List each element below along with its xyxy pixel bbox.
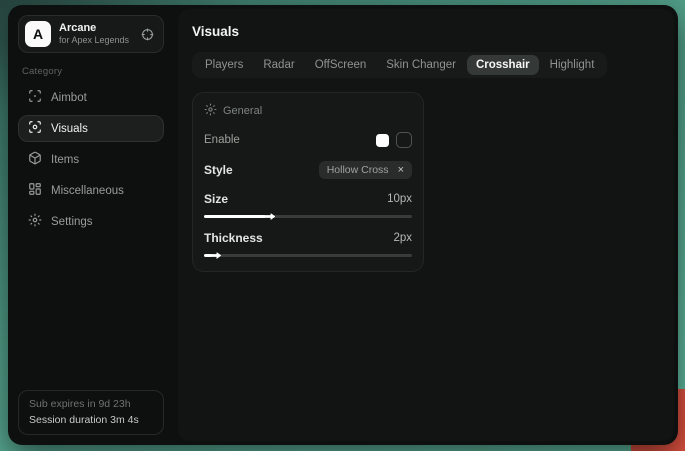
enable-checkbox[interactable] (396, 132, 412, 148)
app-name: Arcane (59, 21, 129, 35)
sidebar-item-items[interactable]: Items (18, 146, 164, 173)
thickness-row: Thickness 2px (204, 231, 412, 245)
remove-style-icon[interactable]: × (398, 165, 404, 176)
general-panel-header: General (204, 103, 412, 119)
page-title: Visuals (192, 24, 660, 39)
color-swatch[interactable] (376, 134, 389, 147)
general-panel: General Enable Style Hollow Cross × Size (192, 92, 424, 272)
size-slider-fill (204, 215, 266, 218)
tab-offscreen[interactable]: OffScreen (306, 55, 376, 75)
sidebar-item-label: Settings (51, 216, 93, 228)
crosshair-icon[interactable] (141, 28, 154, 41)
focus-target-icon (28, 89, 42, 106)
package-icon (28, 151, 42, 168)
thickness-slider-thumb[interactable] (211, 252, 221, 259)
tab-radar[interactable]: Radar (254, 55, 303, 75)
app-title-block: Arcane for Apex Legends (59, 21, 129, 47)
category-label: Category (22, 66, 160, 77)
thickness-field: Thickness 2px (204, 231, 412, 257)
style-value-pill[interactable]: Hollow Cross × (319, 161, 412, 179)
sidebar-item-label: Miscellaneous (51, 185, 124, 197)
enable-label: Enable (204, 134, 240, 146)
sidebar-item-settings[interactable]: Settings (18, 208, 164, 235)
tab-crosshair[interactable]: Crosshair (467, 55, 539, 75)
thickness-slider-fill (204, 254, 212, 257)
scan-eye-icon (28, 120, 42, 137)
thickness-label: Thickness (204, 231, 263, 245)
enable-controls (376, 132, 412, 148)
enable-row: Enable (204, 132, 412, 148)
tab-highlight[interactable]: Highlight (541, 55, 604, 75)
style-row: Style Hollow Cross × (204, 161, 412, 179)
sidebar-item-label: Aimbot (51, 92, 87, 104)
sub-expires-text: Sub expires in 9d 23h (29, 398, 153, 410)
gear-icon (28, 213, 42, 230)
general-panel-title: General (223, 105, 262, 117)
app-window: A Arcane for Apex Legends Category Aimbo… (8, 5, 678, 445)
tab-skin-changer[interactable]: Skin Changer (377, 55, 465, 75)
main-content: Visuals Players Radar OffScreen Skin Cha… (178, 9, 674, 441)
size-slider[interactable] (204, 215, 412, 218)
session-duration-text: Session duration 3m 4s (29, 414, 153, 426)
app-subtitle: for Apex Legends (59, 35, 129, 47)
sidebar: A Arcane for Apex Legends Category Aimbo… (8, 5, 172, 445)
size-slider-thumb[interactable] (265, 213, 275, 220)
app-header: A Arcane for Apex Legends (18, 15, 164, 53)
thickness-slider[interactable] (204, 254, 412, 257)
size-field: Size 10px (204, 192, 412, 218)
style-value: Hollow Cross (327, 164, 389, 176)
sidebar-item-miscellaneous[interactable]: Miscellaneous (18, 177, 164, 204)
size-label: Size (204, 192, 228, 206)
gear-icon (204, 103, 217, 119)
style-label: Style (204, 163, 233, 177)
layout-grid-icon (28, 182, 42, 199)
sidebar-item-label: Visuals (51, 123, 88, 135)
app-logo: A (25, 21, 51, 47)
tab-players[interactable]: Players (196, 55, 252, 75)
tab-bar: Players Radar OffScreen Skin Changer Cro… (192, 52, 607, 78)
subscription-info-box: Sub expires in 9d 23h Session duration 3… (18, 390, 164, 435)
size-row: Size 10px (204, 192, 412, 206)
sidebar-item-label: Items (51, 154, 79, 166)
sidebar-item-visuals[interactable]: Visuals (18, 115, 164, 142)
size-value: 10px (387, 193, 412, 205)
thickness-value: 2px (393, 232, 412, 244)
sidebar-item-aimbot[interactable]: Aimbot (18, 84, 164, 111)
